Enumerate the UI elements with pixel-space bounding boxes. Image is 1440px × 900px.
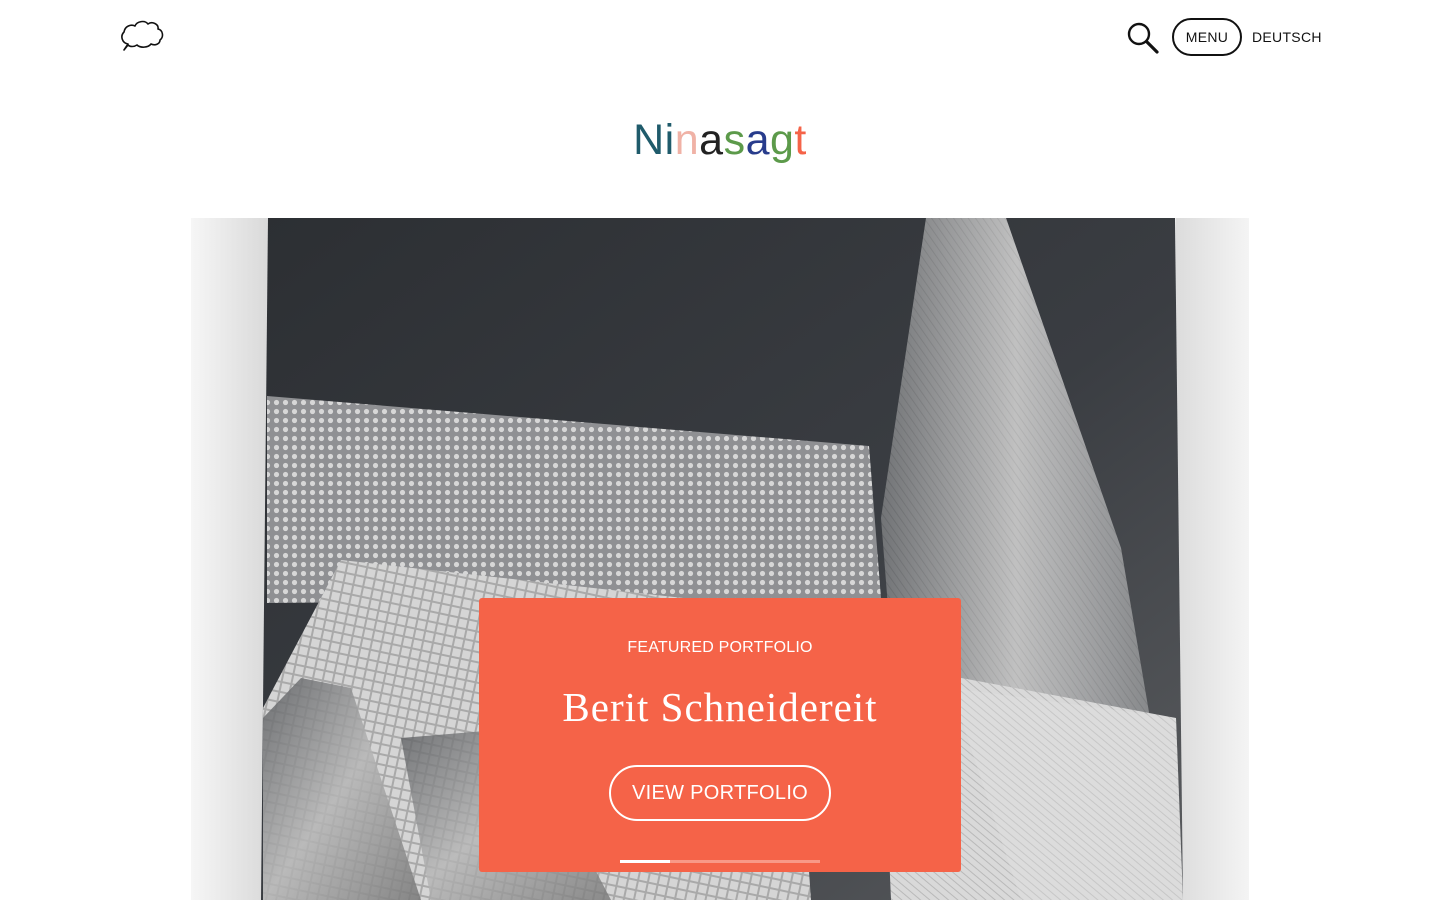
site-title-letter: t [794,116,807,164]
site-title-letter: a [745,116,770,164]
site-title-letter: n [674,116,700,164]
site-title-letter: a [699,116,724,164]
site-title-letter: N [633,116,665,164]
language-switch-link[interactable]: DEUTSCH [1252,28,1322,46]
site-title-letter: s [723,116,746,164]
slider-progress-fill [620,860,670,863]
cloud-logo-icon[interactable] [119,17,165,57]
featured-slider: FEATURED PORTFOLIO Berit Schneidereit VI… [191,218,1249,900]
site-title-letter: i [664,116,675,164]
site-header: MENU DEUTSCH [0,0,1440,74]
featured-title[interactable]: Berit Schneidereit [479,684,961,730]
menu-button[interactable]: MENU [1172,18,1242,56]
featured-label: FEATURED PORTFOLIO [627,639,813,656]
search-icon[interactable] [1126,21,1160,55]
site-title[interactable]: Ninasagt [0,114,1440,166]
site-title-letter: g [770,116,795,164]
slider-progress-bar[interactable] [620,860,820,863]
view-portfolio-button[interactable]: VIEW PORTFOLIO [609,765,831,821]
featured-portfolio-card: FEATURED PORTFOLIO Berit Schneidereit VI… [479,598,961,872]
